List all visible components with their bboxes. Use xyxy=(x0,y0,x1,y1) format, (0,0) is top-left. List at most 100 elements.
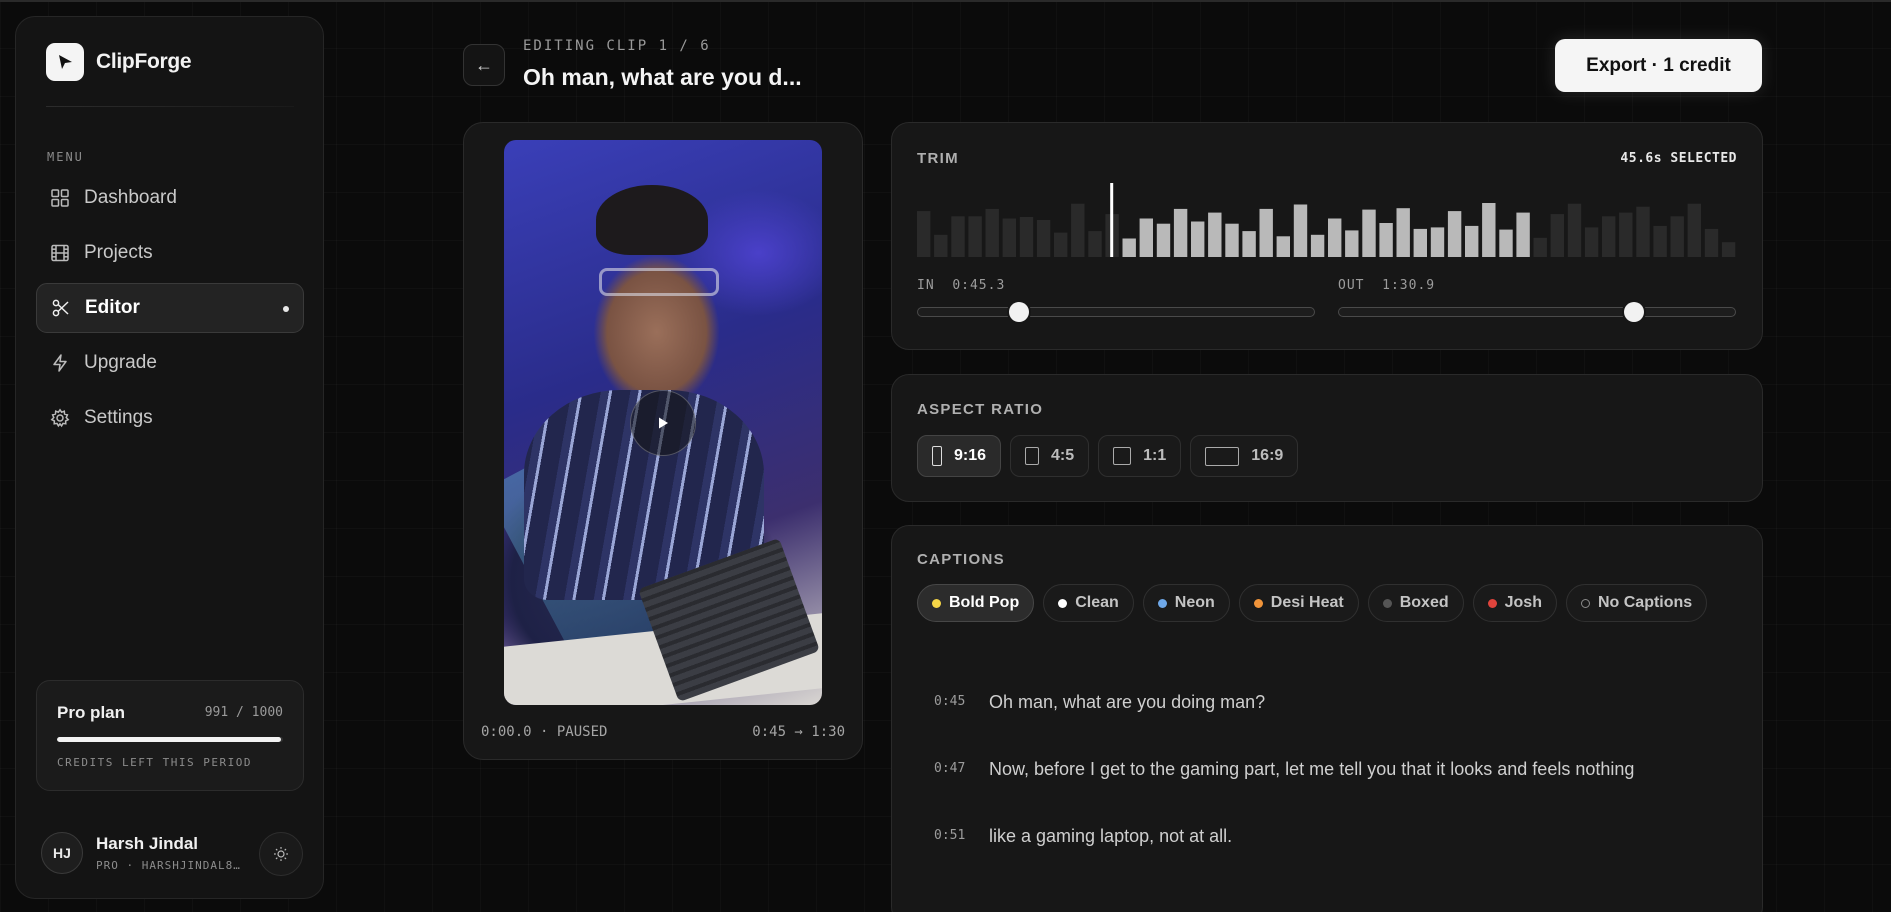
waveform[interactable] xyxy=(917,183,1739,257)
theme-toggle-button[interactable] xyxy=(259,832,303,876)
caption-lines: 0:45 Oh man, what are you doing man? 0:4… xyxy=(917,690,1737,891)
waveform-bar xyxy=(1413,228,1427,257)
waveform-bar xyxy=(1310,234,1325,257)
in-point-label: IN 0:45.3 xyxy=(917,278,1005,293)
waveform-bar xyxy=(1328,218,1342,257)
caption-text[interactable]: Oh man, what are you doing man? xyxy=(989,690,1265,713)
waveform-bar xyxy=(1259,208,1273,257)
waveform-bar xyxy=(1430,227,1445,257)
sidebar-item-dashboard[interactable]: Dashboard xyxy=(36,173,304,223)
video-preview-card: 0:00.0 · PAUSED 0:45 → 1:30 xyxy=(463,122,863,760)
scissors-icon xyxy=(52,299,69,317)
aspect-option-label: 4:5 xyxy=(1051,447,1075,464)
caption-style-none[interactable]: No Captions xyxy=(1565,584,1708,622)
caption-style-josh[interactable]: Josh xyxy=(1472,584,1557,622)
waveform-bar xyxy=(1379,223,1393,257)
brand[interactable]: ClipForge xyxy=(46,43,192,81)
in-point-slider[interactable] xyxy=(917,302,1315,322)
waveform-bar xyxy=(1567,203,1582,257)
credits-progress-fill xyxy=(57,737,281,742)
waveform-bar xyxy=(1636,206,1650,257)
waveform-bar xyxy=(1156,223,1171,257)
portrait-ratio-icon xyxy=(1025,447,1040,465)
caption-text[interactable]: Now, before I get to the gaming part, le… xyxy=(989,757,1634,780)
caption-style-label: Boxed xyxy=(1399,594,1449,611)
portrait-ratio-icon xyxy=(932,446,942,466)
out-point-handle[interactable] xyxy=(1624,302,1645,322)
aspect-option-16-9[interactable]: 16:9 xyxy=(1190,435,1299,477)
waveform-bar xyxy=(1242,231,1256,257)
waveform-bar xyxy=(1054,232,1068,257)
film-icon xyxy=(51,244,69,262)
caption-line[interactable]: 0:51 like a gaming laptop, not at all. xyxy=(917,824,1737,891)
waveform-bar xyxy=(968,216,982,257)
plan-card: Pro plan 991 / 1000 CREDITS LEFT THIS PE… xyxy=(36,680,304,791)
aspect-option-1-1[interactable]: 1:1 xyxy=(1098,435,1182,477)
caption-style-neon[interactable]: Neon xyxy=(1142,584,1230,622)
out-point-slider[interactable] xyxy=(1338,302,1736,322)
window-top-border xyxy=(0,0,1891,2)
aspect-option-9-16[interactable]: 9:16 xyxy=(917,435,1002,477)
waveform-bar xyxy=(985,208,999,257)
in-point-handle[interactable] xyxy=(1008,302,1029,322)
play-button[interactable] xyxy=(630,390,696,456)
user-name: Harsh Jindal xyxy=(96,834,199,853)
credits-caption: CREDITS LEFT THIS PERIOD xyxy=(57,756,252,769)
caption-text[interactable]: like a gaming laptop, not at all. xyxy=(989,824,1232,847)
sidebar-item-label: Settings xyxy=(84,407,153,428)
caption-line[interactable]: 0:47 Now, before I get to the gaming par… xyxy=(917,757,1737,824)
in-time: 0:45.3 xyxy=(952,278,1006,293)
waveform-bar xyxy=(1088,231,1102,257)
waveform-bar xyxy=(1345,230,1359,257)
caption-style-label: Desi Heat xyxy=(1270,594,1344,611)
sidebar-item-editor[interactable]: Editor xyxy=(36,283,304,333)
caption-style-boxed[interactable]: Boxed xyxy=(1367,584,1464,622)
caption-style-desi-heat[interactable]: Desi Heat xyxy=(1238,584,1359,622)
sidebar-item-settings[interactable]: Settings xyxy=(36,393,304,443)
caption-style-bold-pop[interactable]: Bold Pop xyxy=(917,584,1035,622)
aspect-option-4-5[interactable]: 4:5 xyxy=(1010,435,1090,477)
waveform-bar xyxy=(1071,203,1085,257)
sidebar-item-label: Editor xyxy=(85,297,140,318)
avatar[interactable]: HJ xyxy=(41,832,83,874)
waveform-bar xyxy=(1653,225,1667,257)
export-button[interactable]: Export · 1 credit xyxy=(1555,39,1762,92)
back-button[interactable]: ← xyxy=(463,44,505,86)
waveform-bar xyxy=(1036,220,1051,257)
divider xyxy=(46,106,294,107)
playhead[interactable] xyxy=(1110,183,1114,257)
waveform-bar xyxy=(1396,208,1410,257)
captions-title: CAPTIONS xyxy=(917,551,1005,568)
sidebar-item-projects[interactable]: Projects xyxy=(36,228,304,278)
caption-line[interactable]: 0:45 Oh man, what are you doing man? xyxy=(917,690,1737,757)
caption-style-clean[interactable]: Clean xyxy=(1043,584,1134,622)
aspect-option-label: 9:16 xyxy=(954,447,987,464)
waveform-bar xyxy=(1173,208,1188,257)
sidebar-item-upgrade[interactable]: Upgrade xyxy=(36,338,304,388)
video-player[interactable] xyxy=(504,140,822,705)
aspect-ratio-panel: ASPECT RATIO 9:16 4:5 1:1 16:9 xyxy=(891,374,1763,502)
waveform-bar xyxy=(1670,216,1684,257)
waveform-bar xyxy=(1002,218,1016,257)
video-frame-shape xyxy=(599,268,719,296)
active-indicator xyxy=(283,306,289,312)
color-dot xyxy=(1157,598,1167,608)
waveform-bar xyxy=(1687,203,1701,257)
waveform-bar xyxy=(1293,204,1308,257)
plan-title: Pro plan xyxy=(57,703,126,722)
square-ratio-icon xyxy=(1113,447,1132,465)
playback-status: 0:00.0 · PAUSED xyxy=(481,724,608,740)
waveform-bar xyxy=(1191,221,1205,257)
caption-timestamp: 0:47 xyxy=(934,761,966,776)
waveform-bar xyxy=(1516,212,1530,257)
aspect-ratio-options: 9:16 4:5 1:1 16:9 xyxy=(917,435,1299,477)
menu-label: MENU xyxy=(47,150,84,164)
sidebar-item-label: Dashboard xyxy=(84,187,177,208)
waveform-bar xyxy=(1704,228,1719,257)
caption-style-label: Neon xyxy=(1174,594,1215,611)
in-label: IN xyxy=(917,278,935,293)
color-dot xyxy=(1253,598,1263,608)
aspect-ratio-title: ASPECT RATIO xyxy=(917,401,1044,418)
color-dot xyxy=(1487,598,1497,608)
waveform-bar xyxy=(1533,237,1547,257)
